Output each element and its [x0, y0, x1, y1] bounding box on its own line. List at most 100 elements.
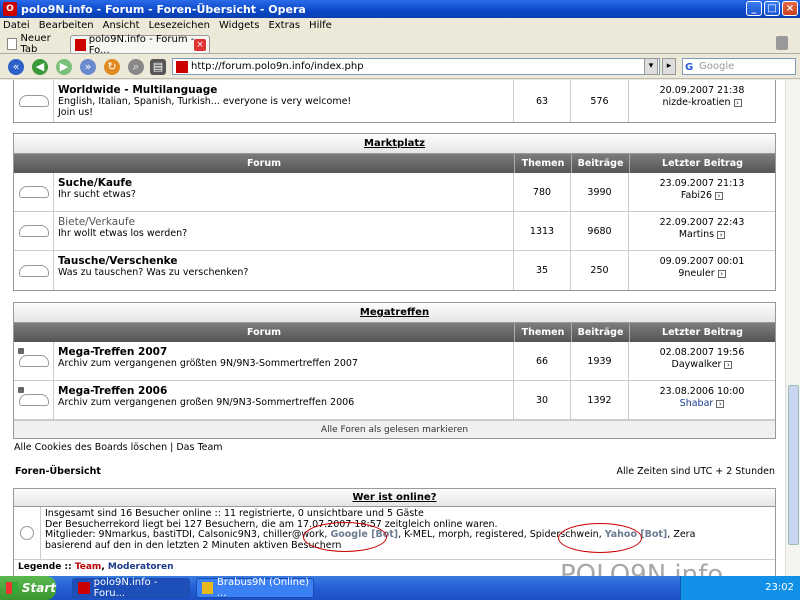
forum-status-icon — [14, 381, 54, 419]
col-themen: Themen — [514, 154, 571, 173]
menu-lesezeichen[interactable]: Lesezeichen — [149, 18, 210, 33]
last-post-user[interactable]: Fabi26 — [681, 190, 712, 201]
tab-active[interactable]: polo9N.info - Forum - Fo... × — [70, 34, 210, 56]
col-themen: Themen — [514, 323, 571, 342]
tab-close-icon[interactable]: × — [194, 38, 206, 51]
table-row: Tausche/Verschenke Was zu tauschen? Was … — [14, 251, 775, 290]
col-last-post: Letzter Beitrag — [629, 154, 775, 173]
forward-icon[interactable]: ▶ — [56, 59, 72, 75]
last-post-user[interactable]: Shabar — [680, 398, 714, 409]
forum-desc: Was zu tauschen? Was zu verschenken? — [58, 267, 249, 278]
forum-link[interactable]: Tausche/Verschenke — [58, 255, 509, 267]
tab-bar: Neuer Tab polo9N.info - Forum - Fo... × — [0, 33, 800, 56]
scrollbar-thumb[interactable] — [788, 385, 799, 545]
online-summary: Insgesamt sind 16 Besucher online :: 11 … — [45, 508, 424, 519]
go-to-post-icon[interactable]: › — [724, 360, 733, 369]
go-to-post-icon[interactable]: › — [733, 98, 742, 107]
breadcrumb[interactable]: Foren-Übersicht — [15, 466, 101, 477]
themen-count: 30 — [514, 381, 571, 419]
last-post-date: 20.09.2007 21:38 — [659, 85, 745, 96]
new-tab-button[interactable]: Neuer Tab — [3, 33, 67, 55]
category-title[interactable]: Megatreffen — [14, 303, 775, 323]
lock-icon — [18, 348, 24, 354]
last-post-user[interactable]: 9neuler — [678, 268, 714, 279]
forum-block-top: Worldwide - Multilanguage English, Itali… — [13, 80, 776, 123]
url-dropdown-icon[interactable]: ▾ — [644, 58, 658, 75]
beitraege-count: 3990 — [571, 173, 629, 211]
new-tab-icon — [7, 38, 18, 50]
url-favicon-icon — [176, 61, 188, 73]
taskbar-item-label: Brabus9N (Online) ... — [217, 577, 310, 599]
forum-link[interactable]: Worldwide - Multilanguage — [58, 84, 509, 96]
forum-status-icon — [14, 251, 54, 290]
highlight-circle — [558, 523, 642, 553]
fast-forward-icon[interactable]: » — [80, 59, 96, 75]
opera-icon: O — [3, 2, 17, 16]
mark-all-read-link[interactable]: Alle Foren als gelesen markieren — [14, 420, 775, 438]
forum-link[interactable]: Mega-Treffen 2007 — [58, 346, 509, 358]
last-post-date: 23.09.2007 21:13 — [659, 178, 745, 189]
search-placeholder: Google — [699, 61, 735, 72]
vertical-scrollbar[interactable] — [785, 80, 800, 576]
column-headers: Forum Themen Beiträge Letzter Beitrag — [14, 323, 775, 342]
system-tray: 23:02 — [680, 576, 800, 600]
maximize-button[interactable]: □ — [764, 1, 780, 16]
themen-count: 63 — [514, 80, 571, 122]
col-forum: Forum — [247, 158, 281, 169]
start-label: Start — [21, 581, 56, 595]
forum-desc: Join us! — [58, 107, 94, 118]
taskbar-item-brabus[interactable]: Brabus9N (Online) ... — [196, 577, 314, 599]
forum-link[interactable]: Biete/Verkaufe — [58, 216, 509, 228]
table-row: Mega-Treffen 2007 Archiv zum vergangenen… — [14, 342, 775, 381]
go-to-post-icon[interactable]: › — [717, 230, 726, 239]
members-list: Mitglieder: 9Nmarkus, bastiTDI, Calsonic… — [45, 529, 331, 540]
close-button[interactable]: × — [782, 1, 798, 16]
last-post-date: 02.08.2007 19:56 — [659, 347, 745, 358]
col-forum: Forum — [247, 327, 281, 338]
menu-ansicht[interactable]: Ansicht — [103, 18, 140, 33]
lock-icon — [18, 387, 24, 393]
start-button[interactable]: Start — [0, 576, 56, 600]
address-bar: « ◀ ▶ » ↻ ⌕ ▤ http://forum.polo9n.info/i… — [0, 55, 800, 79]
themen-count: 1313 — [514, 212, 571, 250]
menu-bearbeiten[interactable]: Bearbeiten — [39, 18, 94, 33]
last-post-user[interactable]: nizde-kroatien — [662, 97, 730, 108]
print-icon[interactable]: ▤ — [150, 59, 166, 75]
online-title[interactable]: Wer ist online? — [14, 489, 775, 507]
forum-link[interactable]: Suche/Kaufe — [58, 177, 509, 189]
forum-link[interactable]: Mega-Treffen 2006 — [58, 385, 509, 397]
window-title: polo9N.info - Forum - Foren-Übersicht - … — [21, 2, 306, 16]
menu-bar: Datei Bearbeiten Ansicht Lesezeichen Wid… — [0, 18, 800, 33]
minimize-button[interactable]: _ — [746, 1, 762, 16]
last-post-user[interactable]: Martins — [679, 229, 714, 240]
go-to-post-icon[interactable]: › — [715, 191, 724, 200]
taskbar-item-opera[interactable]: polo9N.info - Foru... — [72, 577, 190, 599]
highlight-circle — [303, 522, 387, 552]
url-field[interactable]: http://forum.polo9n.info/index.php — [172, 58, 660, 75]
menu-hilfe[interactable]: Hilfe — [309, 18, 332, 33]
go-to-post-icon[interactable]: › — [716, 399, 725, 408]
go-icon[interactable]: ▸ — [662, 58, 676, 75]
legend-team-link[interactable]: Team — [75, 562, 102, 572]
url-text: http://forum.polo9n.info/index.php — [191, 61, 364, 72]
category-title[interactable]: Marktplatz — [14, 134, 775, 154]
last-post-user[interactable]: Daywalker — [672, 359, 722, 370]
rewind-icon[interactable]: « — [8, 59, 24, 75]
menu-extras[interactable]: Extras — [268, 18, 300, 33]
forum-block-megatreffen: Megatreffen Forum Themen Beiträge Letzte… — [13, 302, 776, 439]
search-field[interactable]: G Google — [682, 58, 796, 75]
beitraege-count: 9680 — [571, 212, 629, 250]
footer-links[interactable]: Alle Cookies des Boards löschen | Das Te… — [14, 442, 223, 453]
back-icon[interactable]: ◀ — [32, 59, 48, 75]
menu-widgets[interactable]: Widgets — [219, 18, 259, 33]
menu-datei[interactable]: Datei — [3, 18, 30, 33]
taskbar-item-label: polo9N.info - Foru... — [93, 577, 158, 599]
trash-icon[interactable] — [776, 36, 788, 50]
reload-icon[interactable]: ↻ — [104, 59, 120, 75]
site-favicon-icon — [75, 38, 86, 51]
legend-mods-link[interactable]: Moderatoren — [108, 562, 174, 572]
search-icon[interactable]: ⌕ — [128, 59, 144, 75]
forum-status-icon — [14, 342, 54, 380]
forum-desc: Archiv zum vergangenen großen 9N/9N3-Som… — [58, 397, 355, 408]
go-to-post-icon[interactable]: › — [717, 269, 726, 278]
